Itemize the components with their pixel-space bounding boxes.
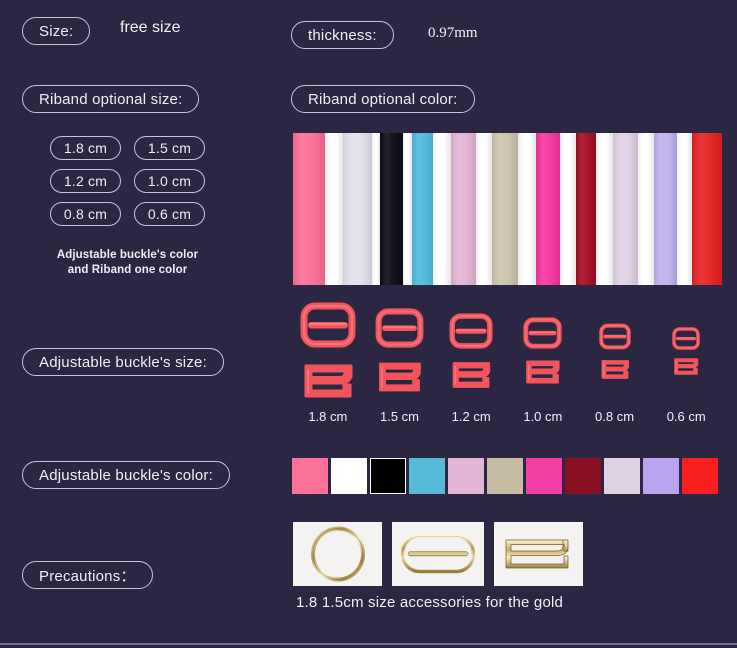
buckle-cell-0-8-cm — [579, 323, 651, 383]
riband-color-white — [559, 133, 577, 285]
thickness-value: 0.97mm — [428, 25, 478, 41]
buckle-color-label-pill: Adjustable buckle's color: — [22, 461, 230, 489]
riband-color-note-line1: Adjustable buckle's color — [56, 249, 199, 261]
buckle-color-red[interactable] — [682, 458, 718, 494]
gold-o-ring-photo — [293, 522, 382, 586]
buckle-size-label-pill: Adjustable buckle's size: — [22, 348, 224, 376]
riband-color-hot-pink — [293, 133, 325, 285]
riband-color-label-pill: Riband optional color: — [291, 85, 475, 113]
buckle-size-caption-0-6-cm: 0.6 cm — [666, 409, 706, 424]
buckle-color-magenta[interactable] — [526, 458, 562, 494]
riband-color-black — [380, 133, 403, 285]
buckle-color-pink-orchid[interactable] — [448, 458, 484, 494]
riband-color-beige-khaki — [491, 133, 519, 285]
riband-color-magenta — [535, 133, 560, 285]
hook-buckle-0-6-cm — [674, 358, 699, 375]
figure-8-buckle-0-6-cm — [672, 327, 700, 350]
riband-color-white — [402, 133, 412, 285]
buckle-size-caption-1-0-cm: 1.0 cm — [523, 409, 563, 424]
bottom-divider — [0, 643, 737, 645]
thickness-label-pill: thickness: — [291, 21, 394, 49]
riband-size-label-pill: Riband optional size: — [22, 85, 200, 113]
buckle-size-caption-1-2-cm: 1.2 cm — [451, 409, 491, 424]
riband-size-option-1-8[interactable]: 1.8 cm — [50, 136, 121, 160]
buckle-size-caption-0-8-cm: 0.8 cm — [595, 409, 635, 424]
gold-hook-photo — [494, 522, 583, 586]
riband-size-option-1-5[interactable]: 1.5 cm — [134, 136, 205, 160]
riband-color-pink-orchid — [450, 133, 477, 285]
riband-color-light-purple — [654, 133, 678, 285]
figure-8-buckle-1-0-cm — [523, 317, 562, 349]
hook-buckle-1-2-cm — [452, 361, 491, 388]
figure-8-buckle-0-8-cm — [598, 323, 631, 349]
gold-accessory-photo-row — [293, 522, 583, 586]
gold-figure-8-slider-photo — [392, 522, 484, 586]
buckle-color-light-purple[interactable] — [643, 458, 679, 494]
buckle-cell-1-0-cm — [507, 317, 579, 388]
buckle-color-pale-lilac[interactable] — [604, 458, 640, 494]
gold-accessory-caption: 1.8 1.5cm size accessories for the gold — [296, 594, 564, 611]
precautions-label-pill: Precautions： — [22, 561, 153, 589]
gold-figure-8-icon — [400, 534, 476, 574]
riband-color-white — [476, 133, 492, 285]
buckle-color-beige-khaki[interactable] — [487, 458, 523, 494]
buckle-cell-0-6-cm — [650, 327, 722, 378]
hook-buckle-1-5-cm — [379, 362, 421, 392]
size-value: free size — [120, 19, 181, 36]
figure-8-buckle-1-2-cm — [449, 312, 493, 349]
infographic-canvas: Size: free size thickness: 0.97mm Riband… — [0, 0, 737, 648]
buckle-cell-1-8-cm — [292, 302, 364, 404]
gold-hook-icon — [505, 539, 568, 569]
buckle-color-swatch-row — [292, 458, 718, 494]
riband-color-note: Adjustable buckle's color and Riband one… — [30, 248, 225, 278]
riband-color-dark-red — [576, 133, 596, 285]
riband-color-note-line2: and Riband one color — [67, 264, 188, 276]
riband-size-option-1-2[interactable]: 1.2 cm — [50, 169, 121, 193]
buckle-color-dark-red[interactable] — [565, 458, 601, 494]
buckle-color-white[interactable] — [331, 458, 367, 494]
riband-color-white — [595, 133, 613, 285]
riband-size-option-0-8[interactable]: 0.8 cm — [50, 202, 121, 226]
buckle-size-caption-row: 1.8 cm 1.5 cm 1.2 cm 1.0 cm 0.8 cm 0.6 cm — [292, 409, 722, 424]
hook-buckle-1-0-cm — [526, 360, 560, 384]
riband-color-white — [638, 133, 655, 285]
riband-size-option-1-0[interactable]: 1.0 cm — [134, 169, 205, 193]
buckle-color-sky-blue[interactable] — [409, 458, 445, 494]
buckle-shape-row — [292, 300, 722, 405]
buckle-cell-1-2-cm — [435, 312, 507, 393]
buckle-size-caption-1-8-cm: 1.8 cm — [308, 409, 348, 424]
riband-color-sky-blue — [411, 133, 434, 285]
riband-color-lavender-mist — [342, 133, 372, 285]
riband-size-option-0-6[interactable]: 0.6 cm — [134, 202, 205, 226]
riband-color-white — [324, 133, 343, 285]
riband-color-white — [371, 133, 381, 285]
figure-8-buckle-1-5-cm — [375, 308, 424, 348]
riband-color-white — [433, 133, 451, 285]
riband-color-pale-lilac — [612, 133, 639, 285]
riband-color-white — [518, 133, 536, 285]
riband-color-white — [677, 133, 693, 285]
buckle-color-hot-pink[interactable] — [292, 458, 328, 494]
buckle-color-black[interactable] — [370, 458, 406, 494]
hook-buckle-1-8-cm — [304, 364, 353, 397]
size-label-pill: Size: — [22, 17, 91, 45]
riband-color-red — [692, 133, 722, 285]
buckle-cell-1-5-cm — [364, 308, 436, 397]
figure-8-buckle-1-8-cm — [300, 302, 356, 347]
gold-o-ring-icon — [310, 526, 365, 582]
riband-color-strip — [293, 133, 722, 285]
buckle-size-caption-1-5-cm: 1.5 cm — [380, 409, 420, 424]
hook-buckle-0-8-cm — [601, 359, 629, 379]
